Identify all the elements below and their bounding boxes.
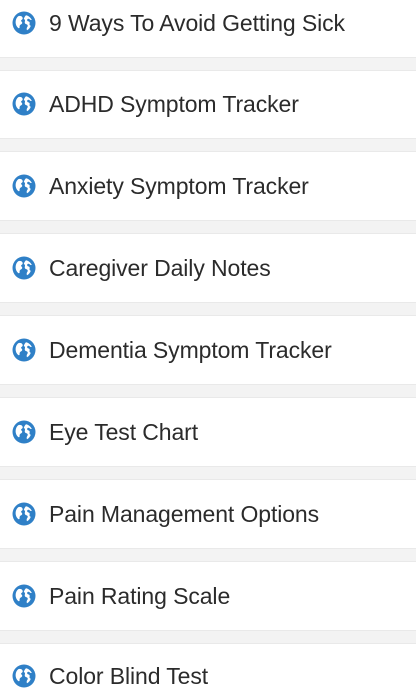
separator xyxy=(0,220,416,234)
globe-icon xyxy=(12,338,36,362)
link-label: Caregiver Daily Notes xyxy=(49,255,271,281)
globe-icon xyxy=(12,664,36,688)
globe-icon xyxy=(12,420,36,444)
link-item-pain-management-options[interactable]: Pain Management Options xyxy=(0,491,416,537)
separator xyxy=(0,57,416,71)
link-item-eye-test-chart[interactable]: Eye Test Chart xyxy=(0,409,416,455)
link-item-adhd-symptom-tracker[interactable]: ADHD Symptom Tracker xyxy=(0,81,416,127)
separator xyxy=(0,302,416,316)
separator xyxy=(0,630,416,644)
link-label: Pain Rating Scale xyxy=(49,583,231,609)
link-item-color-blind-test[interactable]: Color Blind Test xyxy=(0,653,416,693)
link-label: ADHD Symptom Tracker xyxy=(49,91,299,117)
separator xyxy=(0,548,416,562)
separator xyxy=(0,466,416,480)
link-list: 9 Ways To Avoid Getting Sick ADHD Sympto… xyxy=(0,0,416,693)
link-label: Pain Management Options xyxy=(49,501,320,527)
link-item-dementia-symptom-tracker[interactable]: Dementia Symptom Tracker xyxy=(0,327,416,373)
link-label: Eye Test Chart xyxy=(49,419,199,445)
link-item-anxiety-symptom-tracker[interactable]: Anxiety Symptom Tracker xyxy=(0,163,416,209)
globe-icon xyxy=(12,174,36,198)
link-item-pain-rating-scale[interactable]: Pain Rating Scale xyxy=(0,573,416,619)
separator xyxy=(0,138,416,152)
globe-icon xyxy=(12,11,36,35)
link-label: Anxiety Symptom Tracker xyxy=(49,173,309,199)
separator xyxy=(0,384,416,398)
globe-icon xyxy=(12,584,36,608)
globe-icon xyxy=(12,256,36,280)
link-label: Dementia Symptom Tracker xyxy=(49,337,332,363)
globe-icon xyxy=(12,502,36,526)
link-label: Color Blind Test xyxy=(49,663,209,689)
link-item-caregiver-daily-notes[interactable]: Caregiver Daily Notes xyxy=(0,245,416,291)
link-label: 9 Ways To Avoid Getting Sick xyxy=(49,10,345,36)
link-item-9-ways-to-avoid-getting-sick[interactable]: 9 Ways To Avoid Getting Sick xyxy=(0,0,416,46)
globe-icon xyxy=(12,92,36,116)
